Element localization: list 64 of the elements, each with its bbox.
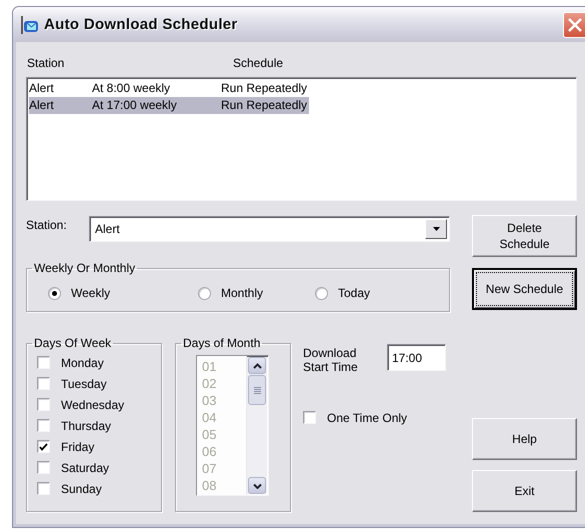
column-header: Station xyxy=(27,56,64,70)
radio-label: Weekly xyxy=(71,286,110,300)
list-item: 06 xyxy=(202,443,218,460)
list-row[interactable]: Alert At 8:00 weekly Run Repeatedly xyxy=(29,80,310,97)
checkbox[interactable] xyxy=(37,440,50,453)
station-dropdown[interactable]: Alert xyxy=(89,216,450,242)
group-title: Days of Month xyxy=(182,336,262,350)
list-item: 07 xyxy=(202,460,218,477)
push-button[interactable]: Delete Schedule xyxy=(472,215,577,257)
list-cell: Alert xyxy=(29,80,54,97)
checkbox-label: Monday xyxy=(61,356,104,370)
radio-label: Today xyxy=(338,286,370,300)
checkbox[interactable] xyxy=(37,419,50,432)
list-row[interactable]: Alert At 17:00 weekly Run Repeatedly xyxy=(29,97,310,114)
checkbox-label: Thursday xyxy=(61,418,112,432)
list-cell: At 8:00 weekly xyxy=(92,80,170,97)
chevron-down-icon xyxy=(252,482,262,488)
list-item: 04 xyxy=(202,409,218,426)
caret-icon xyxy=(432,227,440,231)
checkbox[interactable] xyxy=(303,411,316,424)
envelope-icon xyxy=(19,14,39,34)
station-label: Station: xyxy=(26,218,68,232)
radio-label: Monthly xyxy=(221,286,264,300)
push-button[interactable]: Exit xyxy=(472,470,577,512)
column-header: Schedule xyxy=(233,56,284,70)
time-label: Download Start Time xyxy=(303,346,359,374)
time-field[interactable]: 17:00 xyxy=(387,344,446,371)
scroll-down-button[interactable] xyxy=(248,477,266,494)
group-title: Days Of Week xyxy=(33,336,112,350)
checkbox[interactable] xyxy=(37,377,50,390)
checkbox[interactable] xyxy=(37,398,50,411)
list-item: 08 xyxy=(202,477,218,494)
list-cell: At 17:00 weekly xyxy=(92,97,177,114)
radio-button[interactable] xyxy=(198,286,211,300)
checkbox-label: One Time Only xyxy=(327,410,408,424)
scroll-up-button[interactable] xyxy=(248,357,266,374)
grip-icon xyxy=(254,386,260,394)
checkmark-icon xyxy=(39,442,48,450)
checkbox[interactable] xyxy=(37,482,50,495)
push-button[interactable]: New Schedule xyxy=(472,268,577,310)
checkbox-label: Wednesday xyxy=(61,398,124,412)
list-cell: Run Repeatedly xyxy=(221,97,308,114)
chevron-up-icon xyxy=(252,362,262,368)
list-cell: Run Repeatedly xyxy=(221,80,308,97)
checkbox-label: Friday xyxy=(61,440,94,454)
checkbox-label: Tuesday xyxy=(61,376,107,390)
push-button[interactable]: Help xyxy=(472,418,577,460)
checkbox-label: Saturday xyxy=(61,460,110,474)
list-item: 03 xyxy=(202,392,218,409)
dropdown-button[interactable] xyxy=(425,219,447,239)
checkbox[interactable] xyxy=(37,356,50,369)
list-cell: Alert xyxy=(29,97,54,114)
list-item: 05 xyxy=(202,426,218,443)
checkbox-label: Sunday xyxy=(61,482,102,496)
close-button[interactable] xyxy=(563,12,585,38)
scroll-thumb[interactable] xyxy=(248,375,266,405)
radio-button[interactable] xyxy=(315,286,328,300)
list-item: 02 xyxy=(202,375,218,392)
scrollbar[interactable] xyxy=(247,357,267,494)
checkbox[interactable] xyxy=(37,461,50,474)
list-item: 01 xyxy=(202,358,218,375)
group-title: Weekly Or Monthly xyxy=(33,261,136,275)
window-title: Auto Download Scheduler xyxy=(44,16,238,33)
radio-button[interactable] xyxy=(48,286,61,300)
